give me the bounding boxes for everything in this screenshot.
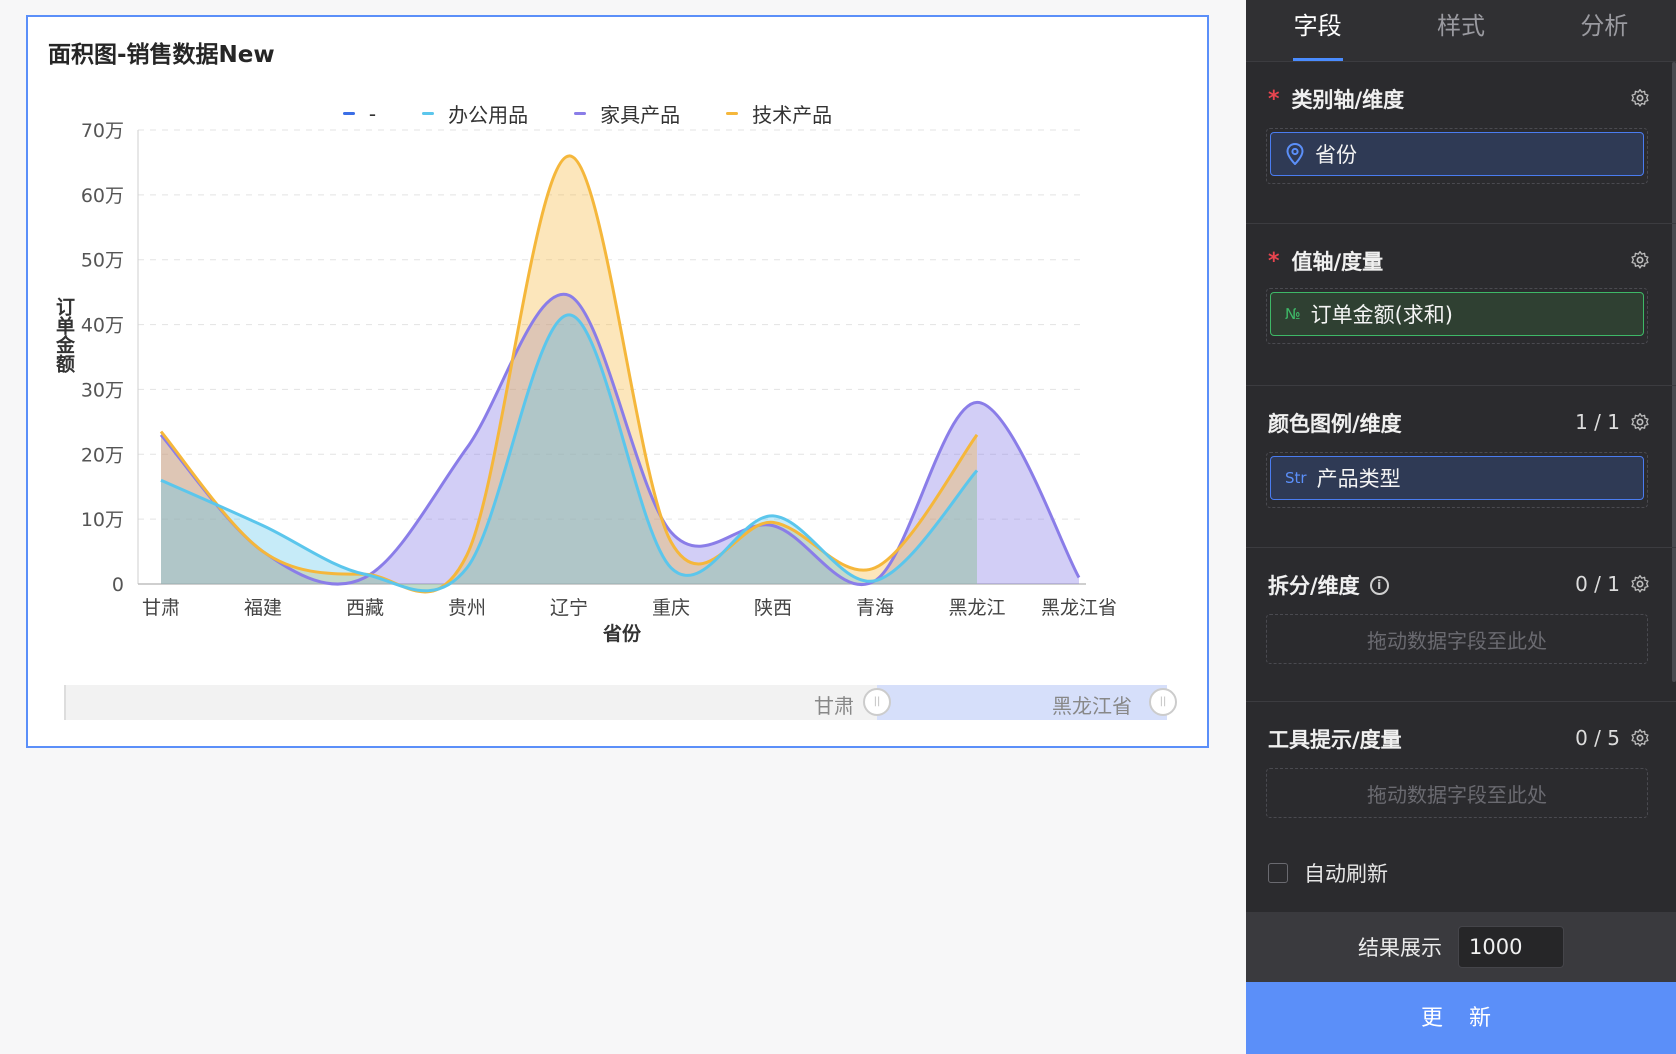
gear-icon[interactable] xyxy=(1630,574,1650,594)
category-axis-dropzone[interactable]: 省份 xyxy=(1266,128,1648,184)
slider-start-handle[interactable]: || xyxy=(863,688,891,716)
gear-icon[interactable] xyxy=(1630,250,1650,270)
color-field-pill[interactable]: Str 产品类型 xyxy=(1270,456,1644,500)
result-display-label: 结果展示 xyxy=(1358,936,1442,960)
y-tick-label: 70万 xyxy=(81,120,124,142)
tooltip-count: 0 / 5 xyxy=(1575,726,1620,750)
value-axis-section: * 值轴/度量 № 订单金额(求和) xyxy=(1246,224,1676,386)
y-axis-title: 订单金额 xyxy=(53,297,76,374)
category-field-pill[interactable]: 省份 xyxy=(1270,132,1644,176)
config-panel: 字段 样式 分析 * 类别轴/维度 省份 * 值轴/度量 № 订单金额(求和) xyxy=(1246,0,1676,1054)
location-pin-icon xyxy=(1286,143,1304,165)
panel-tabs: 字段 样式 分析 xyxy=(1246,0,1676,62)
y-tick-label: 20万 xyxy=(81,444,124,466)
tooltip-placeholder: 拖动数据字段至此处 xyxy=(1367,783,1547,807)
category-axis-section: * 类别轴/维度 省份 xyxy=(1246,62,1676,224)
split-placeholder: 拖动数据字段至此处 xyxy=(1367,629,1547,653)
x-tick-label: 西藏 xyxy=(346,597,384,619)
y-tick-label: 0 xyxy=(112,574,124,596)
value-field-pill[interactable]: № 订单金额(求和) xyxy=(1270,292,1644,336)
auto-refresh-checkbox[interactable] xyxy=(1268,863,1288,883)
color-field-name: 产品类型 xyxy=(1316,467,1401,491)
x-tick-label: 陕西 xyxy=(754,597,792,619)
gear-icon[interactable] xyxy=(1630,728,1650,748)
color-legend-dropzone[interactable]: Str 产品类型 xyxy=(1266,452,1648,508)
tooltip-label: 工具提示/度量 xyxy=(1268,728,1402,752)
x-tick-label: 青海 xyxy=(856,597,894,619)
split-section: 拆分/维度 i 0 / 1 拖动数据字段至此处 xyxy=(1246,548,1676,702)
x-tick-label: 重庆 xyxy=(652,597,690,619)
tab-style[interactable]: 样式 xyxy=(1389,0,1532,61)
slider-end-handle[interactable]: || xyxy=(1149,688,1177,716)
slider-start-label: 甘肃 xyxy=(814,694,854,718)
tab-analysis[interactable]: 分析 xyxy=(1533,0,1676,61)
category-field-name: 省份 xyxy=(1315,143,1357,167)
result-display-bar: 结果展示 xyxy=(1246,912,1676,982)
number-type-icon: № xyxy=(1285,305,1301,323)
slider-end-label: 黑龙江省 xyxy=(1052,694,1132,718)
x-tick-label: 黑龙江省 xyxy=(1041,597,1117,619)
tooltip-dropzone[interactable]: 拖动数据字段至此处 xyxy=(1266,768,1648,818)
string-type-icon: Str xyxy=(1285,469,1307,487)
x-tick-label: 甘肃 xyxy=(142,597,180,619)
required-mark: * xyxy=(1268,86,1280,112)
result-count-input[interactable] xyxy=(1458,926,1564,968)
color-legend-count: 1 / 1 xyxy=(1575,410,1620,434)
auto-refresh-label: 自动刷新 xyxy=(1304,862,1388,886)
y-tick-label: 60万 xyxy=(81,185,124,207)
series-area xyxy=(161,314,977,591)
info-icon[interactable]: i xyxy=(1369,575,1389,595)
x-axis-title: 省份 xyxy=(602,622,642,645)
value-axis-dropzone[interactable]: № 订单金额(求和) xyxy=(1266,288,1648,344)
x-tick-label: 贵州 xyxy=(448,597,486,619)
value-field-name: 订单金额(求和) xyxy=(1310,303,1453,327)
x-tick-label: 黑龙江 xyxy=(948,597,1005,619)
area-chart: 0 10万 20万 30万 40万 50万 60万 70万甘肃 福建 西藏 贵州 辽宁 重庆 陕西 青海 黑龙… xyxy=(53,120,1117,645)
y-tick-label: 40万 xyxy=(81,315,124,337)
y-tick-label: 30万 xyxy=(81,379,124,401)
x-tick-label: 福建 xyxy=(244,597,282,619)
x-tick-label: 辽宁 xyxy=(550,597,588,619)
color-legend-section: 颜色图例/维度 1 / 1 Str 产品类型 xyxy=(1246,386,1676,548)
split-dropzone[interactable]: 拖动数据字段至此处 xyxy=(1266,614,1648,664)
y-tick-label: 10万 xyxy=(81,509,124,531)
split-label: 拆分/维度 xyxy=(1268,574,1360,598)
auto-refresh-row: 自动刷新 xyxy=(1268,858,1388,888)
value-axis-label: 值轴/度量 xyxy=(1291,250,1384,274)
category-axis-label: 类别轴/维度 xyxy=(1291,88,1405,112)
color-legend-label: 颜色图例/维度 xyxy=(1268,412,1402,436)
update-button[interactable]: 更 新 xyxy=(1246,982,1676,1054)
required-mark: * xyxy=(1268,248,1280,274)
gear-icon[interactable] xyxy=(1630,412,1650,432)
y-tick-label: 50万 xyxy=(81,250,124,272)
chart-card[interactable]: 面积图-销售数据New - 办公用品 家具产品 技术产品 0 10万 20万 30万 40万 5… xyxy=(26,15,1209,748)
gear-icon[interactable] xyxy=(1630,88,1650,108)
split-count: 0 / 1 xyxy=(1575,572,1620,596)
tab-fields[interactable]: 字段 xyxy=(1246,0,1389,61)
